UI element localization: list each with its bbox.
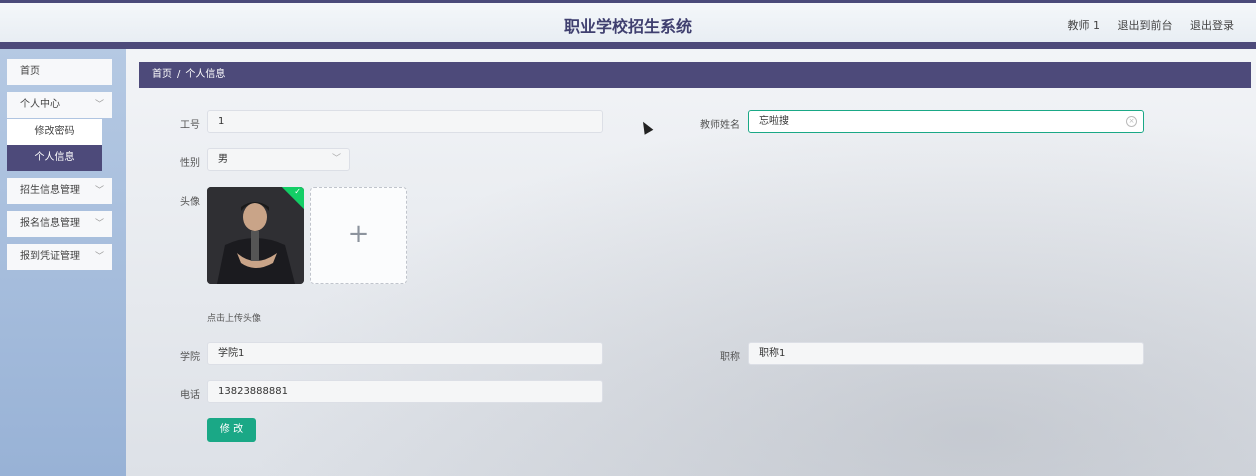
college-label: 学院 — [180, 352, 200, 363]
check-icon: ✓ — [294, 187, 301, 196]
breadcrumb: 首页 / 个人信息 — [139, 62, 1251, 88]
college-field[interactable]: 学院1 — [207, 342, 603, 365]
submit-button[interactable]: 修 改 — [207, 418, 256, 442]
gender-value: 男 — [218, 154, 228, 165]
submenu-item-personal-info[interactable]: 个人信息 — [7, 145, 102, 171]
sidebar-item-label: 首页 — [20, 66, 40, 77]
sidebar-item-registration-info[interactable]: 报名信息管理 ﹀ — [7, 211, 112, 237]
teacher-name-label: 教师姓名 — [700, 120, 740, 131]
breadcrumb-separator: / — [177, 69, 181, 80]
sidebar-item-label: 招生信息管理 — [20, 185, 80, 196]
upload-avatar-button[interactable]: + — [310, 187, 407, 284]
teacher-name-value: 忘啦搜 — [759, 116, 789, 127]
sidebar-item-check-in-voucher[interactable]: 报到凭证管理 ﹀ — [7, 244, 112, 270]
avatar-image[interactable]: ✓ — [207, 187, 304, 284]
header-nav: 教师 1 退出到前台 退出登录 — [1054, 17, 1235, 33]
plus-icon: + — [347, 219, 370, 249]
gender-label: 性别 — [180, 158, 200, 169]
mouse-cursor-icon — [638, 119, 654, 135]
header-accent-bar — [0, 42, 1256, 49]
chevron-down-icon: ﹀ — [94, 219, 104, 229]
sidebar-item-label: 报名信息管理 — [20, 218, 80, 229]
personal-center-submenu: 修改密码 个人信息 — [7, 119, 102, 171]
phone-field[interactable]: 13823888881 — [207, 380, 603, 403]
submenu-item-change-password[interactable]: 修改密码 — [7, 119, 102, 145]
sidebar-item-label: 个人中心 — [20, 99, 60, 110]
sidebar-item-personal-center[interactable]: 个人中心 ﹀ — [7, 92, 112, 118]
upload-hint: 点击上传头像 — [207, 314, 262, 324]
logout-link[interactable]: 退出登录 — [1190, 19, 1234, 32]
gender-select[interactable]: 男 ﹀ — [207, 148, 350, 171]
sidebar-item-enrollment-info[interactable]: 招生信息管理 ﹀ — [7, 178, 112, 204]
job-no-field[interactable]: 1 — [207, 110, 603, 133]
clear-icon[interactable]: × — [1126, 116, 1137, 127]
phone-label: 电话 — [180, 390, 200, 401]
title-field[interactable]: 职称1 — [748, 342, 1144, 365]
current-user-label: 教师 1 — [1067, 19, 1101, 32]
avatar-photo — [207, 187, 304, 284]
breadcrumb-current: 个人信息 — [185, 69, 226, 80]
breadcrumb-home[interactable]: 首页 — [152, 69, 172, 80]
sidebar-item-home[interactable]: 首页 — [7, 59, 112, 85]
avatar-label: 头像 — [180, 197, 200, 208]
title-label: 职称 — [720, 352, 740, 363]
chevron-down-icon: ﹀ — [331, 154, 341, 164]
sidebar-item-label: 报到凭证管理 — [20, 251, 80, 262]
chevron-down-icon: ﹀ — [94, 252, 104, 262]
back-to-front-link[interactable]: 退出到前台 — [1118, 19, 1173, 32]
main-content: 首页 / 个人信息 工号 1 教师姓名 忘啦搜 × 性别 男 ﹀ 头像 ✓ + 点击… — [126, 49, 1256, 476]
job-no-label: 工号 — [180, 120, 200, 131]
chevron-down-icon: ﹀ — [94, 100, 104, 110]
chevron-down-icon: ﹀ — [94, 186, 104, 196]
teacher-name-field[interactable]: 忘啦搜 × — [748, 110, 1144, 133]
